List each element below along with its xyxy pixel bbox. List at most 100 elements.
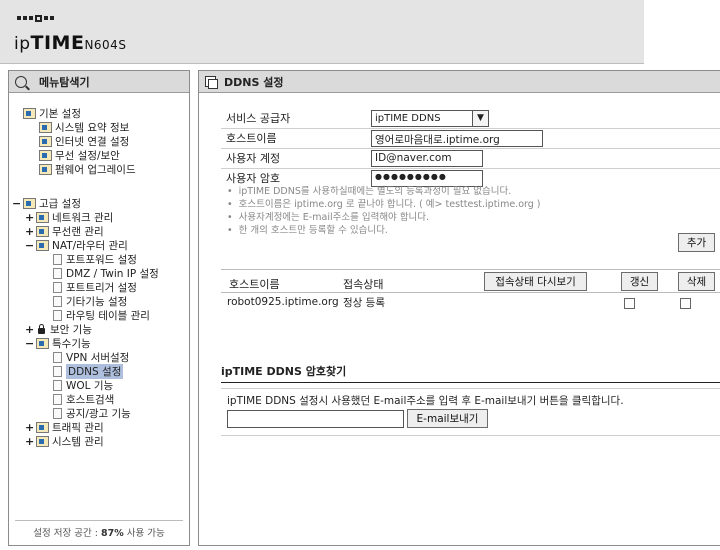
network-icon [36, 212, 49, 223]
tree-item-vpn-server[interactable]: VPN 서버설정 [53, 351, 129, 364]
ddns-panel: DDNS 설정 서비스 공급자 ipTIME DDNS ▼ 호스트이름 영어로마… [198, 70, 720, 546]
menu-explorer-header: 메뉴탐색기 [9, 71, 189, 93]
page-icon [53, 310, 62, 321]
send-email-button[interactable]: E-mail보내기 [407, 409, 488, 428]
page-icon [53, 296, 62, 307]
tree-basic-label: 기본 설정 [39, 108, 81, 120]
globe-icon [39, 136, 52, 147]
menu-explorer: 메뉴탐색기 기본 설정 시스템 요약 정보 인터넷 연결 설정 무선 설정/보안… [8, 70, 190, 546]
page-icon [53, 352, 62, 363]
col-status: 접속상태 [343, 278, 384, 291]
email-input[interactable] [227, 410, 404, 428]
tree-special-features[interactable]: − 특수기능 [25, 337, 91, 350]
page-icon [53, 366, 62, 377]
tree-wireless-management[interactable]: + 무선랜 관리 [25, 225, 104, 238]
update-button[interactable]: 갱신 [621, 272, 658, 291]
hostname-input[interactable]: 영어로마음대로.iptime.org [371, 129, 543, 147]
chart-icon [39, 122, 52, 133]
tree-item-system-summary[interactable]: 시스템 요약 정보 [39, 121, 129, 134]
refresh-status-button[interactable]: 접속상태 다시보기 [484, 272, 587, 291]
ddns-notes: ipTIME DDNS를 사용하실때에는 별도의 등록과정이 필요 없습니다. … [227, 185, 541, 237]
system-icon [36, 436, 49, 447]
page-icon [53, 254, 62, 265]
expand-icon[interactable]: + [25, 323, 34, 336]
tree-item-dmz-twinip[interactable]: DMZ / Twin IP 설정 [53, 267, 159, 280]
tree-traffic-management[interactable]: + 트래픽 관리 [25, 421, 104, 434]
delete-button[interactable]: 삭제 [678, 272, 715, 291]
row-status: 정상 등록 [343, 297, 385, 309]
tree-item-ddns[interactable]: DDNS 설정 [53, 364, 124, 379]
wireless-icon [39, 150, 52, 161]
tree-item-routing-table[interactable]: 라우팅 테이블 관리 [53, 309, 150, 322]
expand-icon[interactable]: + [25, 225, 34, 238]
collapse-icon[interactable]: − [25, 239, 34, 252]
tree-item-firmware-upgrade[interactable]: 펌웨어 업그레이드 [39, 163, 136, 176]
hostname-row: 호스트이름 영어로마음대로.iptime.org [221, 129, 543, 147]
hostname-label: 호스트이름 [226, 132, 277, 145]
page-icon [53, 380, 62, 391]
tree-item-notice-ad[interactable]: 공지/광고 기능 [53, 407, 131, 420]
note-item: ipTIME DDNS를 사용하실때에는 별도의 등록과정이 필요 없습니다. [227, 185, 541, 198]
collapse-icon[interactable]: − [12, 197, 21, 210]
tree-system-management[interactable]: + 시스템 관리 [25, 435, 104, 448]
tree-item-internet-setup[interactable]: 인터넷 연결 설정 [39, 135, 129, 148]
add-button[interactable]: 추가 [678, 233, 715, 252]
tree-advanced-settings[interactable]: − 고급 설정 [12, 197, 81, 210]
tree-item-port-trigger[interactable]: 포트트리거 설정 [53, 281, 137, 294]
ddns-panel-header: DDNS 설정 [199, 71, 720, 93]
password-input[interactable]: ●●●●●●●●● [371, 169, 483, 187]
delete-checkbox[interactable] [680, 298, 691, 309]
storage-status: 설정 저장 공간 : 87% 사용 가능 [15, 520, 183, 539]
note-item: 호스트이름은 iptime.org 로 끝나야 합니다. ( 예> testte… [227, 198, 541, 211]
account-row: 사용자 계정 ID@naver.com [221, 149, 483, 167]
tree-item-misc-features[interactable]: 기타기능 설정 [53, 295, 127, 308]
tree-network-management[interactable]: + 네트워크 관리 [25, 211, 113, 224]
window-icon [205, 76, 218, 89]
expand-icon[interactable]: + [25, 435, 34, 448]
logo-dots-icon [17, 15, 54, 22]
tree-item-port-forward[interactable]: 포트포워드 설정 [53, 253, 137, 266]
tree-security[interactable]: + 보안 기능 [25, 323, 92, 336]
firmware-icon [39, 164, 52, 175]
folder-icon [23, 108, 36, 119]
wireless-icon [36, 226, 49, 237]
collapse-icon[interactable]: − [25, 337, 34, 350]
expand-icon[interactable]: + [25, 211, 34, 224]
tree-item-wireless-security[interactable]: 무선 설정/보안 [39, 149, 120, 162]
account-label: 사용자 계정 [226, 152, 281, 165]
page-icon [53, 282, 62, 293]
find-password-title: ipTIME DDNS 암호찾기 [221, 363, 720, 383]
tree-basic-settings[interactable]: 기본 설정 [23, 107, 81, 120]
provider-label: 서비스 공급자 [226, 112, 291, 125]
menu-explorer-title: 메뉴탐색기 [39, 75, 90, 89]
folder-icon [36, 338, 49, 349]
brand-model: N604S [84, 38, 127, 52]
tree-item-wol[interactable]: WOL 기능 [53, 379, 113, 392]
chevron-down-icon[interactable]: ▼ [472, 110, 488, 126]
router-icon [36, 240, 49, 251]
page-icon [53, 394, 62, 405]
note-item: 한 개의 호스트만 등록할 수 있습니다. [227, 224, 541, 237]
account-input[interactable]: ID@naver.com [371, 149, 483, 167]
page-title: DDNS 설정 [224, 75, 284, 89]
password-label: 사용자 암호 [226, 172, 281, 185]
brand-ip: ip [14, 34, 31, 54]
tree-item-host-scan[interactable]: 호스트검색 [53, 393, 114, 406]
col-hostname: 호스트이름 [229, 278, 280, 291]
note-item: 사용자계정에는 E-mail주소를 입력해야 합니다. [227, 211, 541, 224]
find-password-description: ipTIME DDNS 설정시 사용했던 E-mail주소를 입력 후 E-ma… [227, 395, 624, 407]
traffic-icon [36, 422, 49, 433]
expand-icon[interactable]: + [25, 421, 34, 434]
provider-row: 서비스 공급자 ipTIME DDNS ▼ [221, 109, 489, 127]
lock-icon [36, 324, 47, 335]
tree-nat-router[interactable]: − NAT/라우터 관리 [25, 239, 128, 252]
provider-select[interactable]: ipTIME DDNS ▼ [371, 109, 489, 127]
magnifier-icon [15, 75, 27, 88]
page-icon [53, 408, 62, 419]
header-bar: ipTIMEN604S [0, 0, 644, 64]
brand-time: TIME [30, 32, 85, 54]
update-checkbox[interactable] [624, 298, 635, 309]
brand-logo: ipTIMEN604S [14, 32, 126, 54]
row-hostname: robot0925.iptime.org [227, 296, 339, 308]
page-icon [53, 268, 62, 279]
